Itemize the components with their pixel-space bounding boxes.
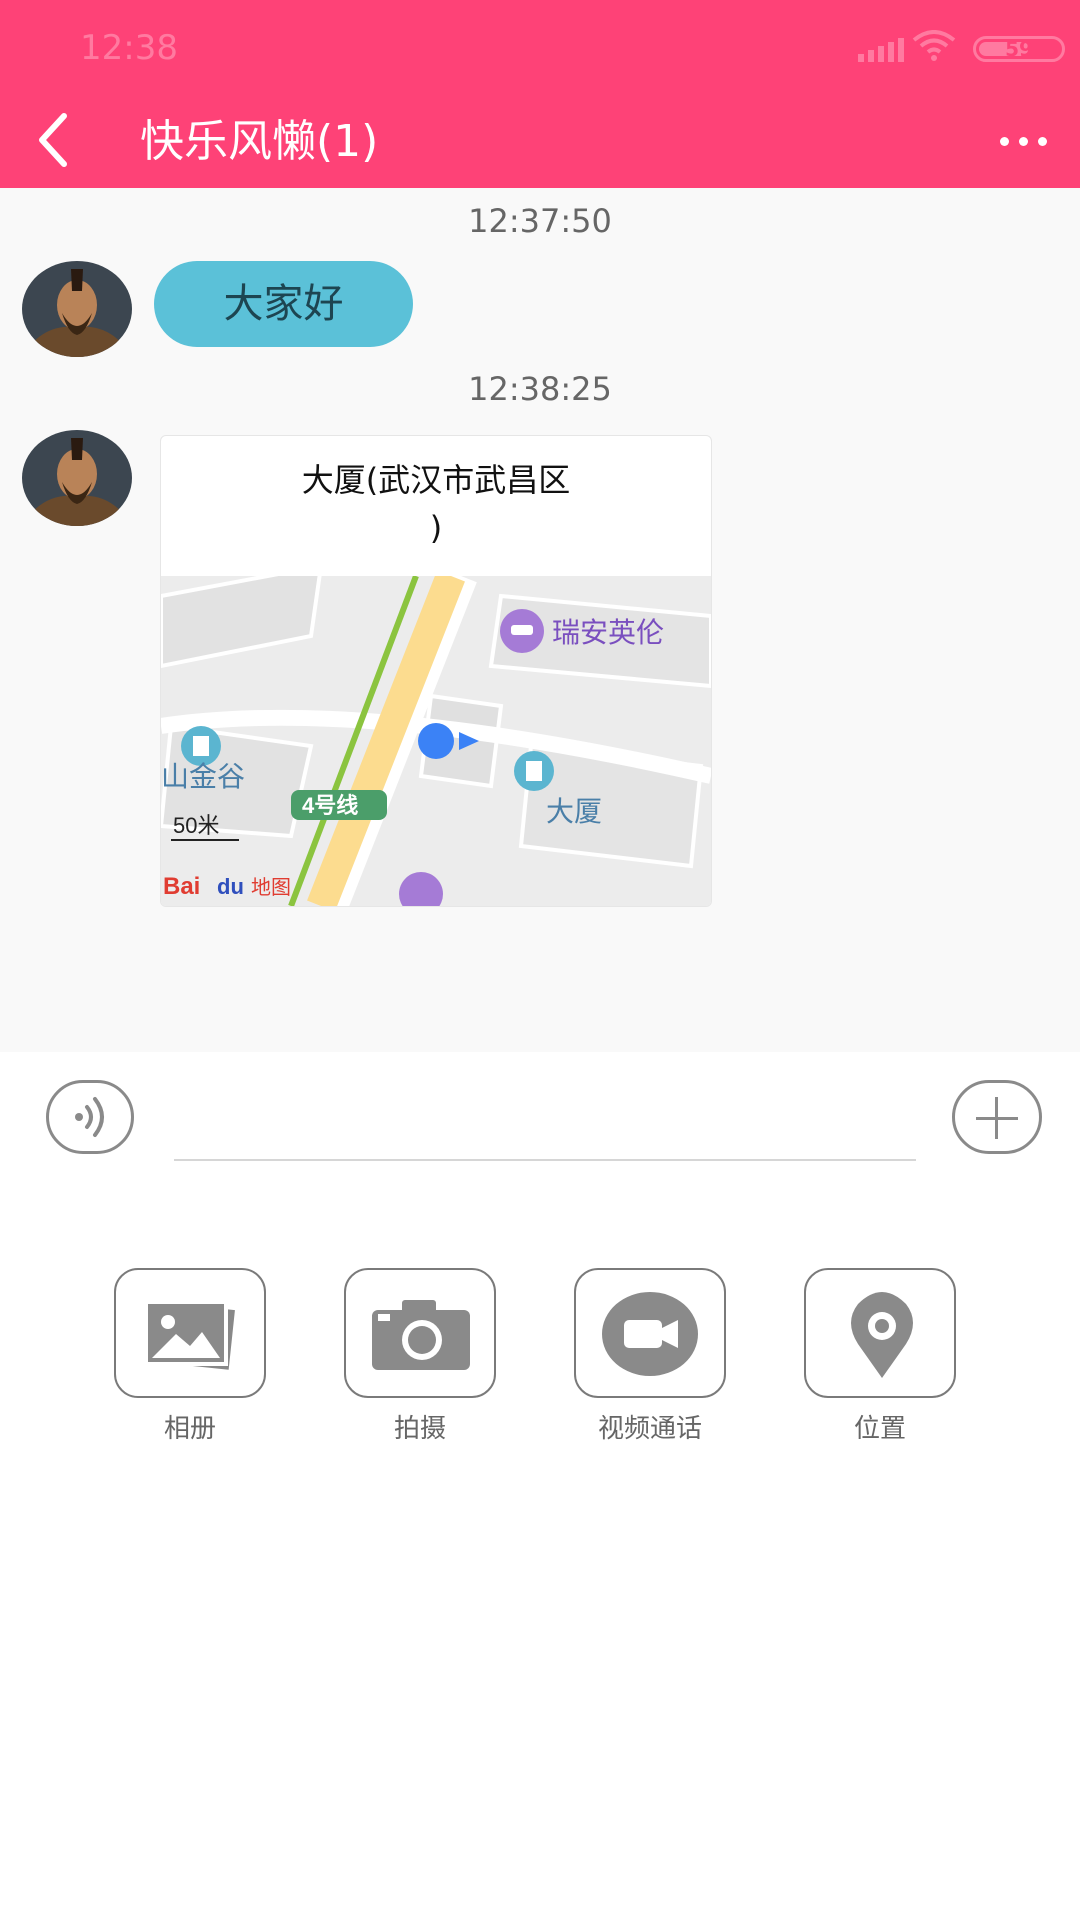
tool-location[interactable]: 位置 [802,1268,958,1445]
location-message-card[interactable]: 大厦(武汉市武昌区 ) 瑞安英伦 山金谷 4号线 大厦 50米 Bai du 地… [160,435,712,907]
tool-album[interactable]: 相册 [112,1268,268,1445]
map-poi-hotel: 瑞安英伦 [552,617,664,648]
avatar[interactable] [22,430,132,526]
tool-label: 拍摄 [393,1414,446,1444]
tool-label: 视频通话 [597,1414,702,1444]
voice-icon [75,1097,104,1137]
tool-video-call[interactable]: 视频通话 [572,1268,728,1445]
map-scale-label: 50米 [173,813,219,838]
map-brand-suffix: 地图 [251,876,291,899]
video-call-icon [602,1292,698,1376]
map-brand-logo: Bai [163,873,200,900]
add-more-button[interactable] [952,1080,1042,1154]
location-map[interactable]: 瑞安英伦 山金谷 4号线 大厦 50米 Bai du 地图 [161,576,711,906]
signal-icon [858,36,904,62]
photo-album-icon [144,1300,235,1370]
message-timestamp: 12:37:50 [468,202,612,240]
location-address-suffix: ) [429,509,443,547]
status-bar: 12:38 59 [0,0,1080,100]
wifi-icon [912,30,956,61]
message-timestamp: 12:38:25 [468,370,612,408]
message-input[interactable] [174,1159,916,1161]
tool-label: 相册 [163,1414,216,1444]
top-bar: 12:38 59 快乐风懒(1) [0,0,1080,188]
avatar[interactable] [22,261,132,357]
voice-input-button[interactable] [46,1080,134,1154]
location-address: 大厦(武汉市武昌区 [301,461,571,499]
status-time: 12:38 [80,28,178,68]
location-pin-icon [851,1292,913,1378]
camera-icon [372,1300,470,1370]
map-building-label: 大厦 [546,796,602,827]
battery-icon: 59 [973,36,1065,62]
input-bar [0,1052,1080,1232]
message-bubble[interactable]: 大家好 [154,261,413,347]
tool-label: 位置 [853,1414,906,1444]
back-arrow-icon[interactable] [34,112,74,168]
tool-camera[interactable]: 拍摄 [342,1268,498,1445]
location-title: 大厦(武汉市武昌区 ) [161,456,711,552]
more-options-icon[interactable] [1000,137,1047,146]
chat-area[interactable]: 12:37:50 大家好 12:38:25 大厦(武汉市武昌区 ) 瑞安英伦 山… [0,188,1080,1052]
chat-title: 快乐风懒(1) [140,116,379,167]
map-metro-line: 4号线 [302,793,358,818]
map-poi-mall: 山金谷 [161,761,245,792]
map-brand-logo-mark: du [217,874,244,899]
battery-level: 59 [1005,37,1033,61]
